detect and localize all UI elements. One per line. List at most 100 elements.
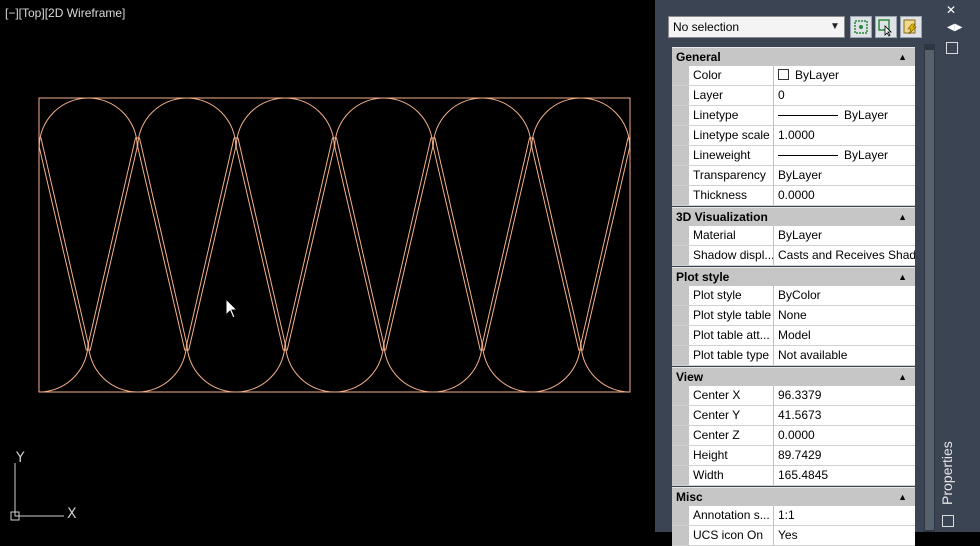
- property-row[interactable]: Color ByLayer: [672, 66, 915, 86]
- property-name: Height: [689, 446, 774, 465]
- property-value[interactable]: ByLayer: [774, 66, 915, 85]
- collapse-arrow-icon[interactable]: ▲: [898, 268, 907, 286]
- property-value[interactable]: Yes: [774, 526, 915, 545]
- property-value[interactable]: ByLayer: [774, 146, 915, 165]
- property-value[interactable]: 1.0000: [774, 126, 915, 145]
- property-row[interactable]: Plot style table None: [672, 306, 915, 326]
- property-name: Linetype: [689, 106, 774, 125]
- property-row[interactable]: Width 165.4845: [672, 466, 915, 486]
- row-gutter: [672, 306, 689, 325]
- row-gutter: [672, 286, 689, 305]
- properties-palette: No selection ▼ General ▲ Color ByLayer Layer…: [655, 0, 939, 546]
- property-row[interactable]: Thickness 0.0000: [672, 186, 915, 206]
- close-icon[interactable]: ✕: [946, 3, 956, 17]
- category-header[interactable]: Plot style ▲: [672, 267, 915, 286]
- property-value[interactable]: ByLayer: [774, 226, 915, 245]
- row-gutter: [672, 126, 689, 145]
- property-row[interactable]: Lineweight ByLayer: [672, 146, 915, 166]
- ucs-icon: Y X: [10, 450, 77, 522]
- property-row[interactable]: Material ByLayer: [672, 226, 915, 246]
- row-gutter: [672, 346, 689, 365]
- collapse-arrow-icon[interactable]: ▲: [898, 488, 907, 506]
- property-value[interactable]: None: [774, 306, 915, 325]
- toggle-pickadd-button[interactable]: [850, 16, 872, 38]
- drawing-loop-down: [284, 137, 385, 392]
- property-value[interactable]: 0.0000: [774, 426, 915, 445]
- property-value[interactable]: 0: [774, 86, 915, 105]
- property-value[interactable]: 41.5673: [774, 406, 915, 425]
- property-value[interactable]: 0.0000: [774, 186, 915, 205]
- property-row[interactable]: Center Y 41.5673: [672, 406, 915, 426]
- property-name: Width: [689, 466, 774, 485]
- drawing-viewport[interactable]: [−][Top][2D Wireframe] Y X: [0, 0, 655, 532]
- selection-dropdown[interactable]: No selection ▼: [668, 16, 845, 38]
- property-row[interactable]: Height 89.7429: [672, 446, 915, 466]
- property-value-text: ByLayer: [778, 168, 823, 182]
- property-row[interactable]: Shadow displ... Casts and Receives Shad..…: [672, 246, 915, 266]
- property-value-text: ByLayer: [844, 148, 889, 162]
- quick-select-icon: [903, 19, 917, 35]
- property-row[interactable]: Plot table type Not available: [672, 346, 915, 366]
- property-row[interactable]: Layer 0: [672, 86, 915, 106]
- palette-properties-icon: [942, 515, 954, 527]
- chevron-down-icon: ▼: [830, 21, 840, 32]
- quick-select-button[interactable]: [900, 16, 922, 38]
- property-value[interactable]: 1:1: [774, 506, 915, 525]
- property-value[interactable]: Not available: [774, 346, 915, 365]
- collapse-arrow-icon[interactable]: ▲: [898, 208, 907, 226]
- property-value[interactable]: 165.4845: [774, 466, 915, 485]
- property-row[interactable]: Center X 96.3379: [672, 386, 915, 406]
- property-value-text: 0.0000: [778, 428, 815, 442]
- category-label: General: [676, 50, 721, 64]
- pickadd-icon: [854, 20, 868, 34]
- property-row[interactable]: UCS icon On Yes: [672, 526, 915, 546]
- property-value[interactable]: 89.7429: [774, 446, 915, 465]
- mouse-cursor-icon: [225, 298, 239, 319]
- property-name: Linetype scale: [689, 126, 774, 145]
- collapse-arrow-icon[interactable]: ▲: [898, 48, 907, 66]
- category-header[interactable]: 3D Visualization ▲: [672, 207, 915, 226]
- property-name: Layer: [689, 86, 774, 105]
- select-objects-button[interactable]: [875, 16, 897, 38]
- property-value-text: 1:1: [778, 508, 795, 522]
- row-gutter: [672, 526, 689, 545]
- property-value[interactable]: ByLayer: [774, 106, 915, 125]
- category-header[interactable]: Misc ▲: [672, 487, 915, 506]
- property-name: Transparency: [689, 166, 774, 185]
- property-row[interactable]: Center Z 0.0000: [672, 426, 915, 446]
- property-value[interactable]: 96.3379: [774, 386, 915, 405]
- property-value-text: 96.3379: [778, 388, 822, 402]
- property-row[interactable]: Plot table att... Model: [672, 326, 915, 346]
- property-value[interactable]: Casts and Receives Shad...: [774, 246, 915, 265]
- property-value[interactable]: Model: [774, 326, 915, 345]
- row-gutter: [672, 186, 689, 205]
- properties-scrollbar[interactable]: [924, 44, 935, 532]
- property-row[interactable]: Linetype scale 1.0000: [672, 126, 915, 146]
- palette-titlebar: ✕ ◀▶ Properties: [939, 0, 980, 532]
- row-gutter: [672, 426, 689, 445]
- drawing-loop-down: [186, 137, 286, 392]
- property-row[interactable]: Linetype ByLayer: [672, 106, 915, 126]
- property-value[interactable]: ByLayer: [774, 166, 915, 185]
- row-gutter: [672, 446, 689, 465]
- property-value-text: Casts and Receives Shad...: [778, 248, 915, 262]
- property-row[interactable]: Transparency ByLayer: [672, 166, 915, 186]
- property-name: Center X: [689, 386, 774, 405]
- property-row[interactable]: Annotation s... 1:1: [672, 506, 915, 526]
- property-value[interactable]: ByColor: [774, 286, 915, 305]
- scrollbar-thumb[interactable]: [925, 50, 934, 530]
- property-value-text: 0.0000: [778, 188, 815, 202]
- property-value-text: ByLayer: [844, 108, 889, 122]
- autohide-icon[interactable]: ◀▶: [947, 22, 962, 33]
- category-label: Misc: [676, 490, 703, 504]
- palette-title: Properties: [939, 441, 955, 505]
- property-row[interactable]: Plot style ByColor: [672, 286, 915, 306]
- category-header[interactable]: General ▲: [672, 47, 915, 66]
- collapse-arrow-icon[interactable]: ▲: [898, 368, 907, 386]
- properties-toolbar: No selection ▼: [655, 0, 939, 44]
- drawing-loop-up: [235, 98, 335, 351]
- ucs-x-label: X: [67, 506, 77, 522]
- palette-menu-icon[interactable]: [946, 42, 958, 54]
- property-name: Lineweight: [689, 146, 774, 165]
- category-header[interactable]: View ▲: [672, 367, 915, 386]
